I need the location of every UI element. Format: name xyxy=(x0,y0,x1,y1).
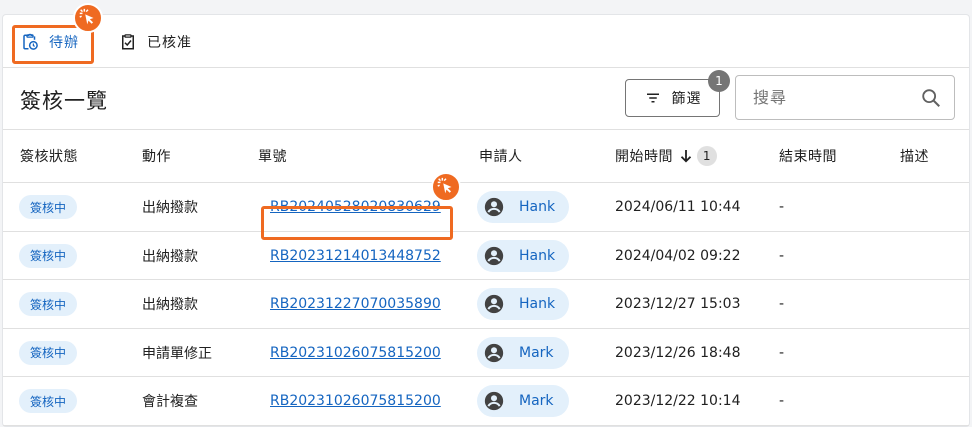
status-chip: 簽核中 xyxy=(19,292,78,316)
start-time-cell: 2023/12/27 15:03 xyxy=(615,296,741,312)
table-body: 簽核中 出納撥款 RB20240528020830629 Hank 2024/0… xyxy=(3,183,969,426)
table-header: 簽核狀態 動作 單號 申請人 開始時間 1 結束時間 描述 xyxy=(3,129,969,183)
header-doc-no[interactable]: 單號 xyxy=(258,130,287,182)
header-applicant[interactable]: 申請人 xyxy=(479,130,523,182)
header-end-time[interactable]: 結束時間 xyxy=(779,130,837,182)
table-row[interactable]: 簽核中 申請單修正 RB20231026075815200 Mark 2023/… xyxy=(3,329,969,377)
header-start-time-label: 開始時間 xyxy=(615,149,673,165)
header-description[interactable]: 描述 xyxy=(900,130,929,182)
table-row[interactable]: 簽核中 出納撥款 RB20240528020830629 Hank 2024/0… xyxy=(3,183,969,232)
applicant-chip[interactable]: Hank xyxy=(477,239,569,272)
account-circle-icon xyxy=(484,246,504,265)
table-row[interactable]: 簽核中 出納撥款 RB20231227070035890 Hank 2023/1… xyxy=(3,280,969,329)
end-time-cell: - xyxy=(779,393,785,409)
end-time-cell: - xyxy=(779,296,785,312)
clipboard-clock-icon xyxy=(23,33,38,50)
filter-count-badge: 1 xyxy=(708,70,730,92)
tab-label: 已核准 xyxy=(147,34,192,51)
doc-number-link[interactable]: RB20231026075815200 xyxy=(270,393,441,409)
header-start-time[interactable]: 開始時間 1 xyxy=(615,130,717,182)
header-action[interactable]: 動作 xyxy=(142,130,171,182)
account-circle-icon xyxy=(484,391,504,411)
tab-label: 待辦 xyxy=(49,34,79,51)
start-time-cell: 2024/04/02 09:22 xyxy=(615,247,741,264)
applicant-name: Mark xyxy=(519,344,554,361)
search-icon[interactable] xyxy=(920,87,942,109)
status-chip: 簽核中 xyxy=(19,389,78,413)
account-circle-icon xyxy=(484,197,504,217)
end-time-cell: - xyxy=(779,344,785,361)
start-time-cell: 2024/06/11 10:44 xyxy=(615,199,741,215)
doc-number-link[interactable]: RB20231227070035890 xyxy=(270,296,441,312)
action-cell: 出納撥款 xyxy=(142,297,198,313)
filter-icon xyxy=(646,93,659,103)
clipboard-check-icon xyxy=(122,33,134,49)
status-chip: 簽核中 xyxy=(19,195,78,219)
status-chip: 簽核中 xyxy=(19,340,78,365)
applicant-chip[interactable]: Hank xyxy=(477,191,569,223)
page-title: 簽核一覽 xyxy=(20,89,108,113)
applicant-chip[interactable]: Mark xyxy=(477,385,569,417)
applicant-name: Mark xyxy=(519,393,554,409)
doc-number-link[interactable]: RB20231026075815200 xyxy=(270,345,441,361)
search-input[interactable] xyxy=(736,76,916,119)
arrow-down-icon[interactable] xyxy=(677,147,695,165)
doc-number-link[interactable]: RB20231214013448752 xyxy=(270,248,441,264)
filter-button[interactable]: 篩選 xyxy=(625,79,720,117)
action-cell: 會計複查 xyxy=(142,394,198,410)
approval-card: 待辦 已核准 簽核一覽 篩選 1 簽核狀態 動作 單號 xyxy=(2,14,970,427)
end-time-cell: - xyxy=(779,199,785,215)
account-circle-icon xyxy=(484,343,504,362)
action-cell: 申請單修正 xyxy=(142,345,212,362)
start-time-cell: 2023/12/26 18:48 xyxy=(615,344,741,361)
start-time-cell: 2023/12/22 10:14 xyxy=(615,393,741,409)
applicant-name: Hank xyxy=(519,247,556,264)
search-box xyxy=(735,75,955,120)
end-time-cell: - xyxy=(779,247,785,264)
action-cell: 出納撥款 xyxy=(142,200,198,216)
table-row[interactable]: 簽核中 會計複查 RB20231026075815200 Mark 2023/1… xyxy=(3,377,969,426)
applicant-chip[interactable]: Hank xyxy=(477,288,569,320)
tab-pending[interactable]: 待辦 xyxy=(21,15,79,68)
applicant-name: Hank xyxy=(519,199,556,215)
account-circle-icon xyxy=(484,294,504,314)
tab-approved[interactable]: 已核准 xyxy=(119,15,192,68)
applicant-name: Hank xyxy=(519,296,556,312)
sort-count-badge: 1 xyxy=(697,146,717,166)
filter-label: 篩選 xyxy=(671,91,702,107)
header-status[interactable]: 簽核狀態 xyxy=(20,130,78,182)
table-row[interactable]: 簽核中 出納撥款 RB20231214013448752 Hank 2024/0… xyxy=(3,232,969,280)
action-cell: 出納撥款 xyxy=(142,248,198,265)
approval-table: 簽核狀態 動作 單號 申請人 開始時間 1 結束時間 描述 簽核中 出納撥款 R… xyxy=(3,129,969,426)
status-chip: 簽核中 xyxy=(19,243,78,268)
tab-bar: 待辦 已核准 xyxy=(3,15,969,68)
doc-number-link[interactable]: RB20240528020830629 xyxy=(270,199,441,215)
applicant-chip[interactable]: Mark xyxy=(477,336,569,369)
